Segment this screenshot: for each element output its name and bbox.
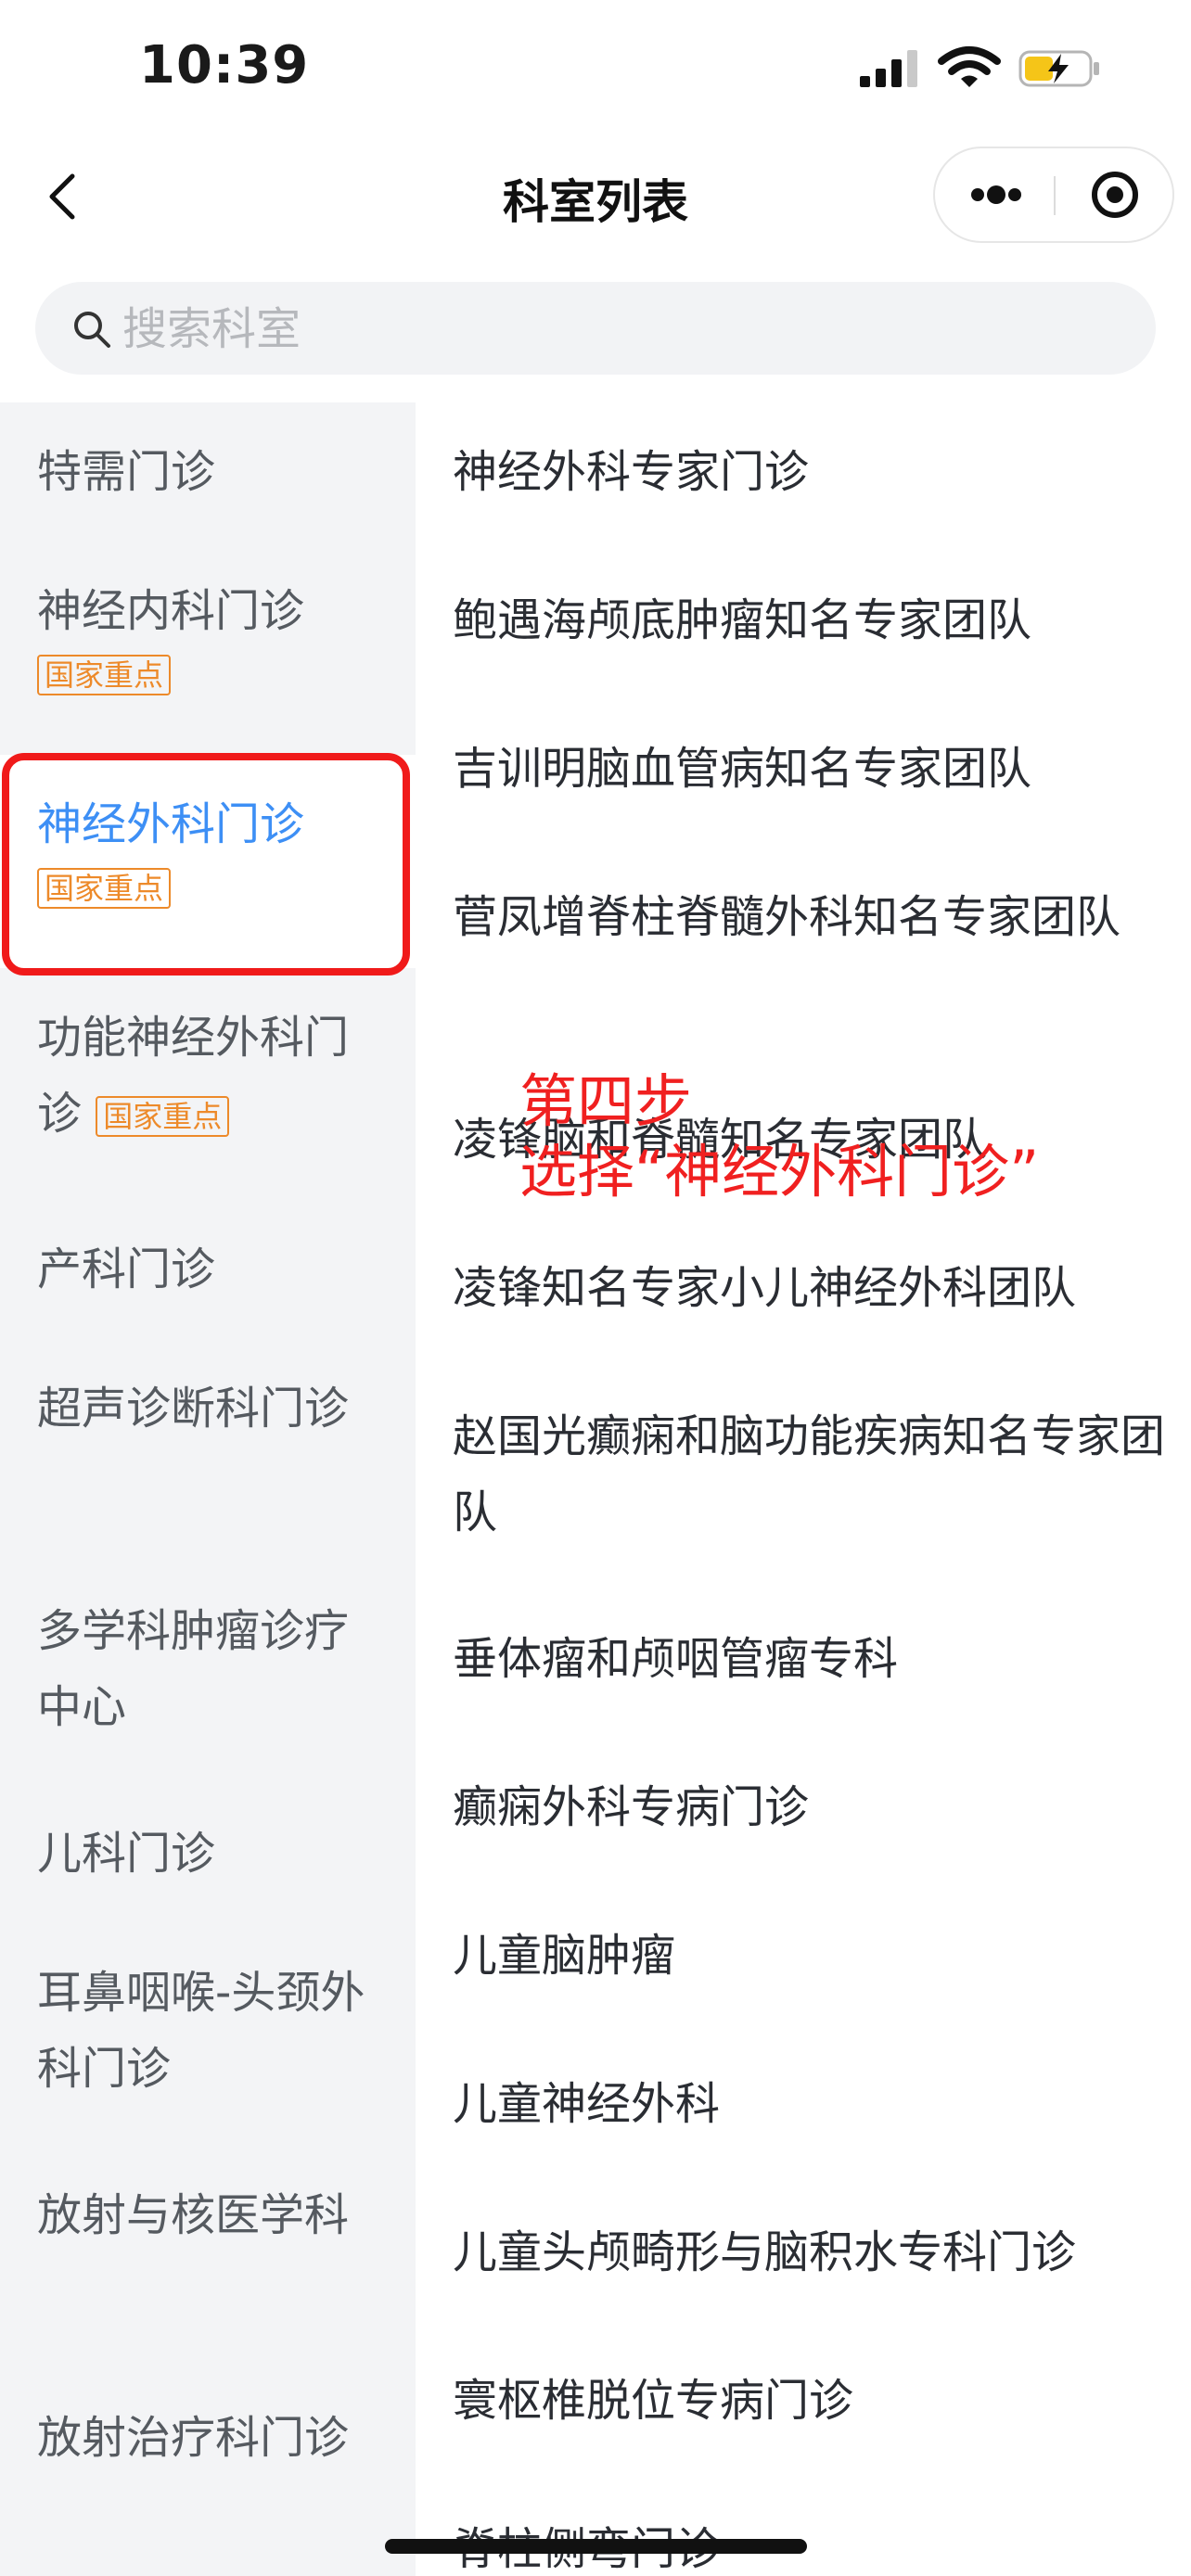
sidebar-item-functional-neurosurgery[interactable]: 功能神经外科门诊 国家重点 <box>0 968 416 1200</box>
category-sidebar: 特需门诊 神经内科门诊 国家重点 神经外科门诊 国家重点 功能神经外科门诊 国家… <box>0 402 416 2576</box>
sidebar-item-radiology[interactable]: 放射与核医学科 <box>0 2146 416 2368</box>
list-item[interactable]: 凌锋知名专家小儿神经外科团队 <box>453 1250 1185 1326</box>
more-dots-icon <box>971 185 1021 204</box>
sidebar-item-neurosurgery[interactable]: 神经外科门诊 国家重点 <box>0 755 416 968</box>
search-bar[interactable] <box>35 282 1156 375</box>
list-item[interactable]: 寰枢椎脱位专病门诊 <box>453 2363 1185 2439</box>
national-key-badge: 国家重点 <box>96 1096 230 1137</box>
sidebar-item-special-clinic[interactable]: 特需门诊 <box>0 402 416 542</box>
list-item[interactable]: 赵国光癫痫和脑功能疾病知名专家团队 <box>453 1398 1185 1550</box>
sidebar-item-radiotherapy[interactable]: 放射治疗科门诊 <box>0 2368 416 2576</box>
annotation-step: 第四步 <box>519 1067 693 1135</box>
sidebar-item-ultrasound[interactable]: 超声诊断科门诊 <box>0 1339 416 1562</box>
target-close-icon <box>1092 172 1138 218</box>
navigation-bar: 科室列表 <box>0 139 1191 250</box>
close-button[interactable] <box>1056 148 1174 241</box>
sidebar-item-neurology[interactable]: 神经内科门诊 国家重点 <box>0 542 416 755</box>
sidebar-item-label: 儿科门诊 <box>37 1828 216 1880</box>
status-time: 10:39 <box>139 35 310 96</box>
sidebar-item-label: 超声诊断科门诊 <box>37 1383 350 1435</box>
list-item[interactable]: 神经外科专家门诊 <box>453 434 1185 510</box>
list-item[interactable]: 菅凤增脊柱脊髓外科知名专家团队 <box>453 879 1185 955</box>
sidebar-item-label: 多学科肿瘤诊疗中心 <box>37 1605 350 1733</box>
more-button[interactable] <box>935 148 1054 241</box>
status-bar: 10:39 <box>0 0 1191 139</box>
sidebar-item-ent[interactable]: 耳鼻咽喉-头颈外科门诊 <box>0 1923 416 2146</box>
list-item[interactable]: 吉训明脑血管病知名专家团队 <box>453 731 1185 807</box>
step-annotation: 第四步 选择“神经外科门诊” <box>519 1066 1039 1207</box>
wifi-icon <box>938 46 1001 87</box>
list-item[interactable]: 儿童神经外科 <box>453 2066 1185 2142</box>
sidebar-item-label: 神经内科门诊 <box>37 585 305 637</box>
sidebar-item-obstetrics[interactable]: 产科门诊 <box>0 1200 416 1339</box>
sidebar-item-oncology-center[interactable]: 多学科肿瘤诊疗中心 <box>0 1562 416 1784</box>
sidebar-item-label: 耳鼻咽喉-头颈外科门诊 <box>37 1967 365 2095</box>
battery-charging-icon <box>1018 50 1099 87</box>
department-list: 神经外科专家门诊 鲍遇海颅底肿瘤知名专家团队 吉训明脑血管病知名专家团队 菅凤增… <box>416 402 1191 2576</box>
national-key-badge: 国家重点 <box>37 868 172 909</box>
sidebar-item-label: 产科门诊 <box>37 1243 216 1295</box>
search-icon <box>74 312 110 348</box>
sidebar-item-label: 神经外科门诊 <box>37 798 305 850</box>
sidebar-item-label: 功能神经外科门诊 国家重点 <box>37 1012 350 1140</box>
miniprogram-capsule <box>933 147 1174 243</box>
list-item[interactable]: 鲍遇海颅底肿瘤知名专家团队 <box>453 582 1185 658</box>
list-item[interactable]: 癫痫外科专病门诊 <box>453 1769 1185 1845</box>
cellular-signal-icon <box>860 50 917 87</box>
list-item[interactable]: 儿童头颅畸形与脑积水专科门诊 <box>453 2214 1185 2290</box>
list-item[interactable]: 垂体瘤和颅咽管瘤专科 <box>453 1621 1185 1697</box>
sidebar-item-label: 放射与核医学科 <box>37 2189 350 2241</box>
annotation-instruction: 选择“神经外科门诊” <box>519 1138 1040 1205</box>
search-input[interactable] <box>121 295 1126 363</box>
sidebar-item-pediatrics[interactable]: 儿科门诊 <box>0 1784 416 1923</box>
sidebar-item-label: 特需门诊 <box>37 446 216 498</box>
home-indicator <box>385 2539 807 2554</box>
list-item[interactable]: 儿童脑肿瘤 <box>453 1918 1185 1994</box>
national-key-badge: 国家重点 <box>37 655 172 695</box>
sidebar-item-label: 放射治疗科门诊 <box>37 2412 350 2464</box>
